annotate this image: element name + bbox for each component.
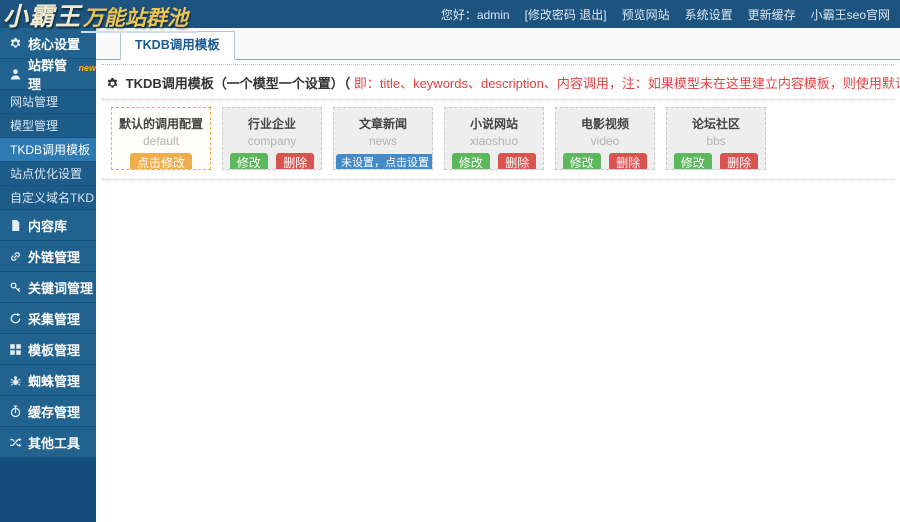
top-menu: 您好：admin [修改密码 退出] 预览网站 系统设置 更新缓存 小霸王seo… xyxy=(441,0,890,28)
document-icon xyxy=(9,219,22,232)
sidebar-item-label: 外链管理 xyxy=(28,247,80,266)
logo-part1: 小霸王 xyxy=(3,3,81,31)
spider-icon xyxy=(9,374,22,387)
modify-button[interactable]: 修改 xyxy=(563,153,601,170)
sidebar-item-collection[interactable]: 采集管理 xyxy=(0,303,96,334)
sidebar-item-label: 核心设置 xyxy=(28,34,80,53)
heading-note: 即：title、keywords、description、内容调用，注：如果模型… xyxy=(354,76,900,91)
gear-icon xyxy=(106,77,119,90)
template-card-default: 默认的调用配置 default 点击修改 xyxy=(111,107,211,170)
content-panel: TKDB调用模板（一个模型一个设置）（ 即：title、keywords、des… xyxy=(102,64,894,180)
change-password-logout-link[interactable]: [修改密码 退出] xyxy=(525,6,607,23)
system-settings-link[interactable]: 系统设置 xyxy=(685,6,733,23)
sidebar-item-site-group[interactable]: 站群管理 new xyxy=(0,59,96,90)
submenu-item-website-management[interactable]: 网站管理 xyxy=(0,90,96,114)
submenu-item-model-management[interactable]: 模型管理 xyxy=(0,114,96,138)
tab-bar: TKDB调用模板 xyxy=(96,28,900,60)
sidebar-item-label: 蜘蛛管理 xyxy=(28,371,80,390)
sidebar-item-external-links[interactable]: 外链管理 xyxy=(0,241,96,272)
card-title: 电影视频 xyxy=(556,115,654,132)
click-modify-button[interactable]: 点击修改 xyxy=(130,153,192,170)
sidebar-item-label: 其他工具 xyxy=(28,433,80,452)
sidebar-item-label: 缓存管理 xyxy=(28,402,80,421)
sidebar-item-cache[interactable]: 缓存管理 xyxy=(0,396,96,427)
card-code: bbs xyxy=(667,134,765,148)
sidebar-item-label: 站群管理 xyxy=(28,55,71,93)
official-site-link[interactable]: 小霸王seo官网 xyxy=(811,6,890,23)
sidebar: 核心设置 站群管理 new 网站管理 模型管理 TKDB调用模板 站点优化设置 … xyxy=(0,28,96,522)
modify-button[interactable]: 修改 xyxy=(230,153,268,170)
template-card-news: 文章新闻 news 未设置，点击设置 xyxy=(333,107,433,170)
not-set-click-set-button[interactable]: 未设置，点击设置 xyxy=(336,154,433,171)
tab-tkdb-template[interactable]: TKDB调用模板 xyxy=(120,31,235,60)
preview-site-link[interactable]: 预览网站 xyxy=(622,6,670,23)
card-code: company xyxy=(223,134,321,148)
sidebar-item-spiders[interactable]: 蜘蛛管理 xyxy=(0,365,96,396)
sidebar-item-other-tools[interactable]: 其他工具 xyxy=(0,427,96,458)
template-card-company: 行业企业 company 修改 删除 xyxy=(222,107,322,170)
admin-page: 小霸王万能站群池 您好：admin [修改密码 退出] 预览网站 系统设置 更新… xyxy=(0,0,900,522)
shuffle-icon xyxy=(9,436,22,449)
greeting-text: 您好：admin xyxy=(441,6,510,23)
card-code: video xyxy=(556,134,654,148)
sidebar-item-label: 内容库 xyxy=(28,216,67,235)
page-heading: TKDB调用模板（一个模型一个设置）（ 即：title、keywords、des… xyxy=(102,65,894,99)
sidebar-item-content-library[interactable]: 内容库 xyxy=(0,210,96,241)
user-icon xyxy=(9,68,22,81)
sidebar-item-keywords[interactable]: 关键词管理 xyxy=(0,272,96,303)
gear-icon xyxy=(9,37,22,50)
app-logo: 小霸王万能站群池 xyxy=(3,0,198,33)
new-badge: new xyxy=(78,63,96,73)
top-bar: 小霸王万能站群池 您好：admin [修改密码 退出] 预览网站 系统设置 更新… xyxy=(0,0,900,28)
submenu-item-tkdb-template[interactable]: TKDB调用模板 xyxy=(0,138,96,162)
sidebar-item-label: 关键词管理 xyxy=(28,278,93,297)
grid-icon xyxy=(9,343,22,356)
site-group-submenu: 网站管理 模型管理 TKDB调用模板 站点优化设置 自定义域名TKD xyxy=(0,90,96,210)
submenu-item-site-optimization[interactable]: 站点优化设置 xyxy=(0,162,96,186)
card-code: default xyxy=(112,134,210,148)
refresh-icon xyxy=(9,312,22,325)
delete-button[interactable]: 删除 xyxy=(276,153,314,170)
submenu-item-custom-domain-tkd[interactable]: 自定义域名TKD xyxy=(0,186,96,210)
dotted-separator xyxy=(102,179,894,180)
key-icon xyxy=(9,281,22,294)
logo-part2: 万能站群池 xyxy=(81,7,198,33)
update-cache-link[interactable]: 更新缓存 xyxy=(748,6,796,23)
card-title: 小说网站 xyxy=(445,115,543,132)
delete-button[interactable]: 删除 xyxy=(609,153,647,170)
template-card-bbs: 论坛社区 bbs 修改 删除 xyxy=(666,107,766,170)
template-card-video: 电影视频 video 修改 删除 xyxy=(555,107,655,170)
delete-button[interactable]: 删除 xyxy=(498,153,536,170)
modify-button[interactable]: 修改 xyxy=(674,153,712,170)
modify-button[interactable]: 修改 xyxy=(452,153,490,170)
card-title: 论坛社区 xyxy=(667,115,765,132)
timer-icon xyxy=(9,405,22,418)
delete-button[interactable]: 删除 xyxy=(720,153,758,170)
card-code: news xyxy=(334,134,432,148)
card-code: xiaoshuo xyxy=(445,134,543,148)
card-title: 默认的调用配置 xyxy=(112,115,210,132)
card-title: 文章新闻 xyxy=(334,115,432,132)
heading-title: TKDB调用模板（一个模型一个设置）（ xyxy=(126,76,354,91)
sidebar-item-templates[interactable]: 模板管理 xyxy=(0,334,96,365)
card-title: 行业企业 xyxy=(223,115,321,132)
link-icon xyxy=(9,250,22,263)
template-card-xiaoshuo: 小说网站 xiaoshuo 修改 删除 xyxy=(444,107,544,170)
sidebar-item-label: 模板管理 xyxy=(28,340,80,359)
main-content: TKDB调用模板 TKDB调用模板（一个模型一个设置）（ 即：title、key… xyxy=(96,28,900,522)
template-card-list: 默认的调用配置 default 点击修改 行业企业 company 修改 删除 … xyxy=(102,100,894,179)
sidebar-item-label: 采集管理 xyxy=(28,309,80,328)
